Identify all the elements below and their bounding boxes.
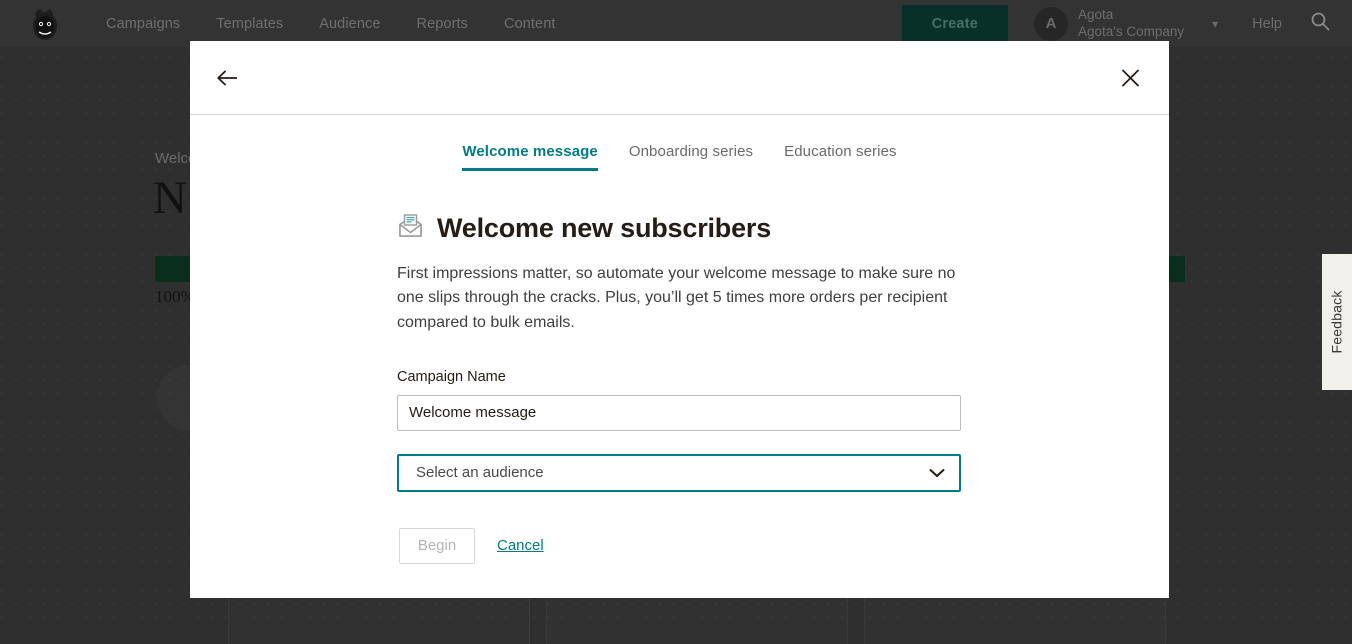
modal-description: First impressions matter, so automate yo… xyxy=(397,262,963,335)
audience-select-value: Select an audience xyxy=(416,464,544,481)
cancel-link[interactable]: Cancel xyxy=(497,537,544,554)
account-name: Agota xyxy=(1078,7,1184,24)
tab-welcome-message[interactable]: Welcome message xyxy=(462,143,597,171)
mailchimp-freddie-logo-icon[interactable] xyxy=(26,5,64,43)
modal-body: Welcome new subscribers First impression… xyxy=(190,212,1169,492)
nav-link-campaigns[interactable]: Campaigns xyxy=(106,16,180,32)
app-root: Campaigns Templates Audience Reports Con… xyxy=(0,0,1352,644)
background-percent-label: 100% xyxy=(155,287,195,307)
nav-link-audience[interactable]: Audience xyxy=(319,16,380,32)
audience-select-wrapper: Select an audience xyxy=(397,454,961,492)
feedback-tab[interactable]: Feedback xyxy=(1322,254,1352,390)
tab-onboarding-series[interactable]: Onboarding series xyxy=(629,143,753,171)
background-page-title: N xyxy=(153,175,187,222)
welcome-automation-modal: Welcome message Onboarding series Educat… xyxy=(190,41,1169,598)
search-icon[interactable] xyxy=(1310,11,1330,36)
close-icon xyxy=(1121,68,1140,87)
tab-education-series[interactable]: Education series xyxy=(784,143,897,171)
nav-links: Campaigns Templates Audience Reports Con… xyxy=(106,16,556,32)
help-link[interactable]: Help xyxy=(1252,16,1282,32)
headline-row: Welcome new subscribers xyxy=(397,212,1169,244)
begin-button[interactable]: Begin xyxy=(399,528,475,564)
top-navigation-bar: Campaigns Templates Audience Reports Con… xyxy=(0,0,1352,47)
account-company: Agota's Company xyxy=(1078,24,1184,41)
nav-right-cluster: Create A Agota Agota's Company ▾ Help xyxy=(902,5,1336,43)
modal-actions: Begin Cancel xyxy=(399,528,1169,564)
arrow-left-icon xyxy=(217,69,239,87)
close-button[interactable] xyxy=(1115,62,1146,93)
nav-link-content[interactable]: Content xyxy=(504,16,556,32)
open-envelope-icon xyxy=(397,212,424,244)
campaign-name-label: Campaign Name xyxy=(397,369,1169,385)
create-button[interactable]: Create xyxy=(902,5,1008,43)
avatar: A xyxy=(1034,7,1068,41)
account-text: Agota Agota's Company xyxy=(1078,7,1184,41)
modal-tabs: Welcome message Onboarding series Educat… xyxy=(190,115,1169,171)
account-menu[interactable]: A Agota Agota's Company ▾ xyxy=(1034,7,1218,41)
audience-select[interactable]: Select an audience xyxy=(397,454,961,492)
modal-headline: Welcome new subscribers xyxy=(437,213,771,244)
feedback-tab-label: Feedback xyxy=(1329,290,1345,353)
chevron-down-icon: ▾ xyxy=(1212,17,1218,31)
campaign-name-input[interactable] xyxy=(397,395,961,431)
back-button[interactable] xyxy=(211,63,245,93)
nav-link-reports[interactable]: Reports xyxy=(417,16,468,32)
nav-link-templates[interactable]: Templates xyxy=(216,16,283,32)
chevron-down-icon xyxy=(929,468,945,478)
modal-header xyxy=(190,41,1169,115)
